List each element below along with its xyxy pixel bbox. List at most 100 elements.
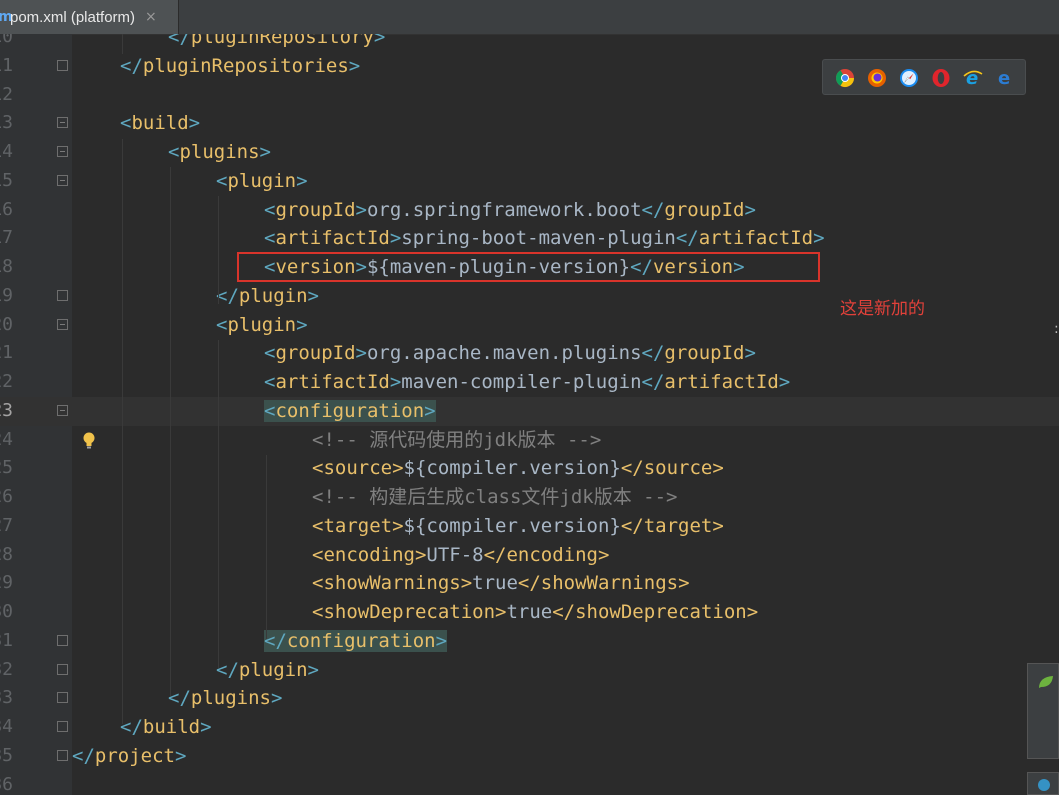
code-token: </encoding> bbox=[483, 543, 610, 566]
code-token: > bbox=[778, 371, 791, 393]
code-line[interactable]: 34 </build> bbox=[0, 713, 1059, 742]
code-line[interactable]: 30 <showDeprecation>true</showDeprecation… bbox=[0, 598, 1059, 627]
side-panel[interactable] bbox=[1027, 663, 1059, 759]
fold-icon[interactable] bbox=[57, 404, 68, 416]
code-line[interactable]: 10 </pluginRepository> bbox=[0, 34, 1059, 52]
line-number: 33 bbox=[0, 687, 13, 709]
code-line[interactable]: 21<groupId>org.apache.maven.plugins</gro… bbox=[0, 339, 1059, 368]
code-text: <build> bbox=[120, 109, 200, 138]
code-line[interactable]: 35 </project> bbox=[0, 742, 1059, 771]
fold-icon[interactable] bbox=[57, 117, 68, 129]
code-token: </ bbox=[641, 342, 665, 365]
code-token: spring-boot-maven-plugin bbox=[401, 227, 676, 250]
firefox-icon[interactable] bbox=[867, 68, 887, 88]
code-text: </pluginRepositories> bbox=[120, 52, 360, 81]
code-text: <plugins> bbox=[168, 138, 271, 167]
opera-icon[interactable] bbox=[931, 68, 951, 88]
fold-icon[interactable] bbox=[57, 721, 68, 732]
code-token: </ bbox=[168, 34, 191, 48]
code-line[interactable]: 13 <build> bbox=[0, 109, 1059, 138]
code-token: </ bbox=[120, 54, 143, 77]
code-line[interactable]: 16<groupId>org.springframework.boot</gro… bbox=[0, 196, 1059, 225]
code-line[interactable]: 31 </configuration> bbox=[0, 627, 1059, 656]
line-number: 34 bbox=[0, 716, 13, 737]
line-number: 22 bbox=[0, 371, 13, 392]
code-line[interactable]: 14 <plugins> bbox=[0, 138, 1059, 167]
fold-icon[interactable] bbox=[57, 146, 68, 157]
code-token: <encoding> bbox=[312, 543, 427, 566]
code-line[interactable]: 17<artifactId>spring-boot-maven-plugin</… bbox=[0, 224, 1059, 253]
code-token: < bbox=[216, 169, 228, 192]
code-token: </ bbox=[641, 198, 665, 221]
code-token: < bbox=[264, 227, 276, 250]
fold-icon[interactable] bbox=[57, 692, 68, 704]
code-line[interactable]: 15 <plugin> bbox=[0, 167, 1059, 196]
code-editor[interactable]: 10</pluginRepository>11</pluginRepositor… bbox=[0, 34, 1059, 795]
code-line[interactable]: 29 <showWarnings>true</showWarnings> bbox=[0, 569, 1059, 598]
line-number: 18 bbox=[0, 256, 13, 277]
code-token: build bbox=[131, 112, 189, 135]
indent-guide bbox=[122, 34, 123, 54]
code-line[interactable]: 22<artifactId>maven-compiler-plugin</art… bbox=[0, 368, 1059, 397]
line-number: 32 bbox=[0, 658, 13, 680]
spring-leaf-icon bbox=[1039, 676, 1053, 688]
code-token: artifactId bbox=[664, 371, 779, 393]
annotation-note: 这是新加的 bbox=[840, 299, 925, 319]
code-token: > bbox=[389, 371, 402, 393]
code-token: > bbox=[373, 34, 386, 48]
browser-preview-toolbar: e e bbox=[822, 59, 1026, 95]
edge-icon[interactable]: e bbox=[995, 68, 1015, 88]
code-token: plugin bbox=[227, 313, 297, 336]
line-number: 14 bbox=[0, 141, 13, 162]
code-token: plugin bbox=[238, 658, 308, 681]
side-panel-2[interactable] bbox=[1027, 772, 1059, 795]
code-line[interactable]: 28 <encoding>UTF-8</encoding> bbox=[0, 541, 1059, 570]
code-line[interactable]: 33 </plugins> bbox=[0, 684, 1059, 713]
chrome-icon[interactable] bbox=[835, 68, 855, 88]
code-line[interactable]: 23 <configuration> bbox=[0, 396, 1059, 426]
code-text: <!-- 源代码使用的jdk版本 --> bbox=[312, 426, 601, 455]
code-token: groupId bbox=[664, 342, 745, 365]
code-token: <source> bbox=[312, 457, 404, 480]
code-text: <source>${compiler.version}</source> bbox=[312, 454, 724, 483]
code-token: plugins bbox=[179, 141, 260, 163]
line-number: 16 bbox=[0, 198, 13, 220]
line-number: 30 bbox=[0, 601, 13, 622]
code-line[interactable]: 25 <source>${compiler.version}</source> bbox=[0, 454, 1059, 483]
code-token: UTF-8 bbox=[426, 543, 484, 566]
code-token: </ bbox=[168, 687, 191, 710]
ie-icon[interactable]: e bbox=[963, 68, 983, 88]
code-text: <plugin> bbox=[216, 311, 308, 340]
code-line[interactable]: 27 <target>${compiler.version}</target> bbox=[0, 512, 1059, 541]
fold-icon[interactable] bbox=[57, 749, 68, 761]
line-number: 24 bbox=[0, 428, 13, 450]
annotation-box bbox=[237, 252, 820, 282]
code-token: </ bbox=[216, 658, 239, 681]
code-line[interactable]: 36 bbox=[0, 771, 1059, 795]
code-token: > bbox=[355, 198, 367, 221]
tab-pom-xml[interactable]: m pom.xml (platform) × bbox=[0, 0, 179, 34]
code-line[interactable]: 24 <!-- 源代码使用的jdk版本 --> bbox=[0, 426, 1059, 455]
code-token: <showDeprecation> bbox=[312, 601, 507, 623]
fold-icon[interactable] bbox=[57, 318, 68, 330]
code-token: > bbox=[348, 54, 361, 77]
code-text: </configuration> bbox=[264, 627, 448, 656]
fold-icon[interactable] bbox=[57, 663, 68, 675]
code-token: true bbox=[472, 572, 518, 595]
code-token: artifactId bbox=[275, 371, 390, 393]
code-line[interactable]: 32 </plugin> bbox=[0, 656, 1059, 685]
lightbulb-icon[interactable] bbox=[82, 432, 96, 450]
code-token: groupId bbox=[664, 198, 745, 221]
fold-icon[interactable] bbox=[57, 174, 68, 186]
close-icon[interactable]: × bbox=[145, 9, 157, 25]
code-text: <groupId>org.springframework.boot</group… bbox=[264, 196, 756, 225]
fold-icon[interactable] bbox=[57, 289, 68, 301]
code-line[interactable]: 26 <!-- 构建后生成class文件jdk版本 --> bbox=[0, 483, 1059, 512]
code-token: > bbox=[744, 342, 756, 365]
safari-icon[interactable] bbox=[899, 68, 919, 88]
fold-icon[interactable] bbox=[57, 59, 68, 71]
code-token: configuration bbox=[286, 629, 436, 652]
fold-icon[interactable] bbox=[57, 634, 68, 646]
code-text: </project> bbox=[72, 742, 186, 771]
indent-guide bbox=[266, 455, 267, 639]
